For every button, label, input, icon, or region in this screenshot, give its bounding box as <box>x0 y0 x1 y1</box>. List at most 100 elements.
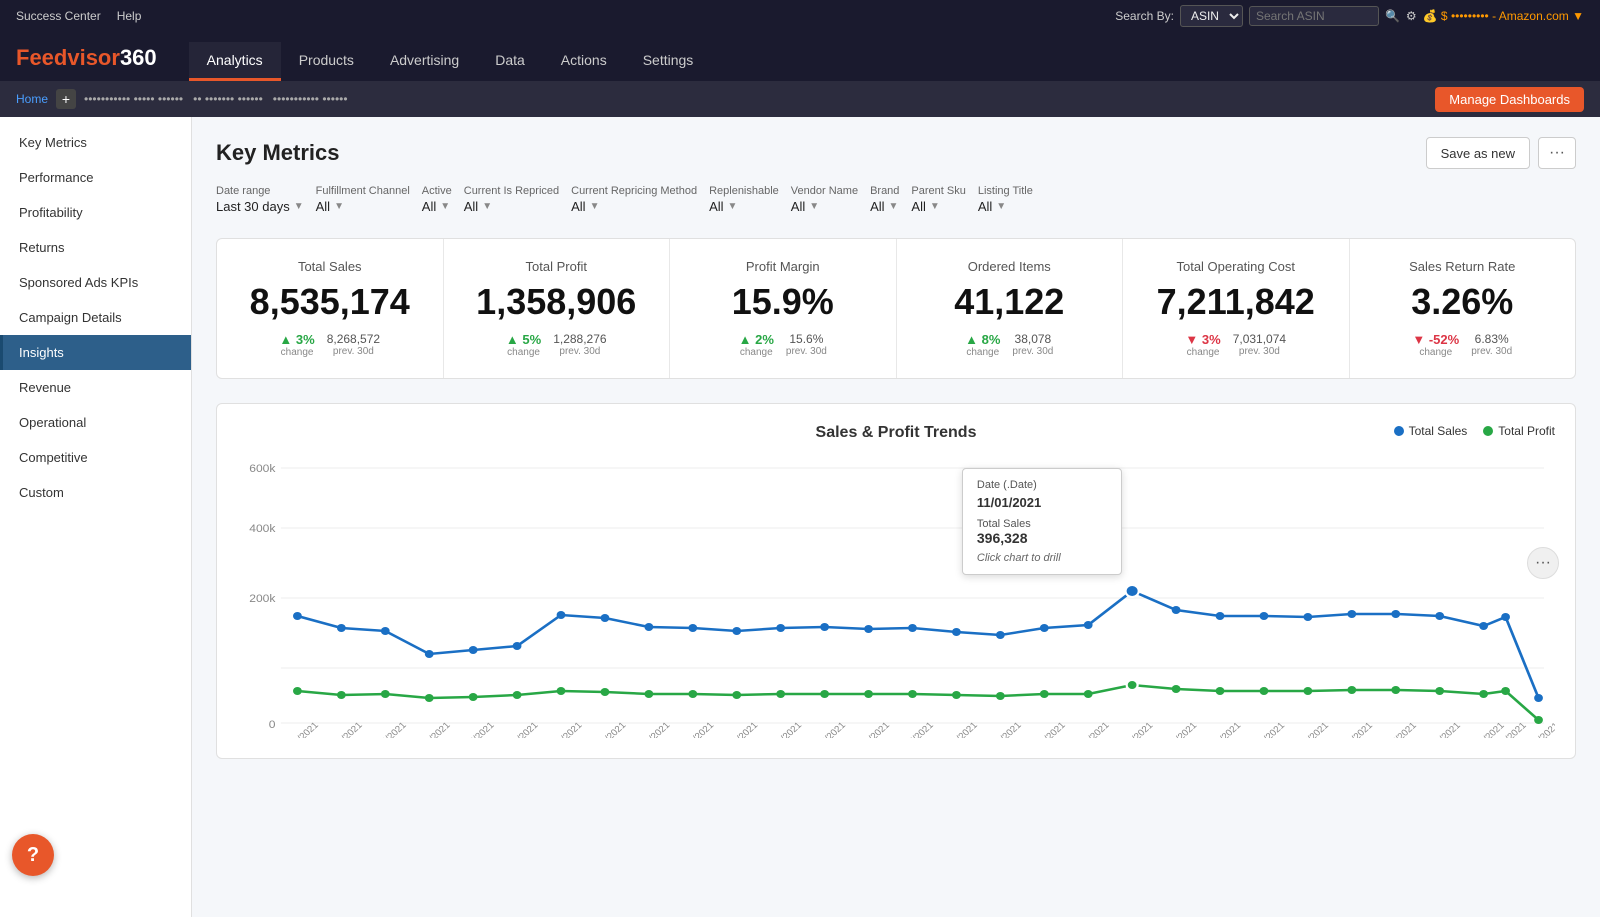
prev-value: 38,078 <box>1015 332 1052 346</box>
chart-svg: 600k 400k 200k 0 <box>237 458 1555 738</box>
sales-dot <box>1303 613 1312 621</box>
profit-dot <box>952 691 961 699</box>
sales-dot <box>1534 694 1543 702</box>
amazon-account[interactable]: 💰 $ ••••••••• - Amazon.com ▼ <box>1423 9 1584 23</box>
sales-dot <box>1479 622 1488 630</box>
filter-brand-value[interactable]: All ▼ <box>870 199 899 214</box>
sidebar-item-revenue[interactable]: Revenue <box>0 370 191 405</box>
chevron-down-icon: ▼ <box>930 201 940 212</box>
profit-dot <box>1216 687 1225 695</box>
sidebar-item-profitability[interactable]: Profitability <box>0 195 191 230</box>
more-options-button[interactable]: ··· <box>1538 137 1576 169</box>
filter-listing-title[interactable]: Listing Title All ▼ <box>978 185 1033 214</box>
nav-tab-data[interactable]: Data <box>477 42 543 81</box>
prev-label: prev. 30d <box>786 346 827 357</box>
legend-dot-profit <box>1483 426 1493 436</box>
filter-active-value[interactable]: All ▼ <box>422 199 452 214</box>
tooltip-date-value: 11/01/2021 <box>977 495 1107 510</box>
filter-repricing-method[interactable]: Current Repricing Method All ▼ <box>571 185 697 214</box>
chart-tooltip: Date (.Date) 11/01/2021 Total Sales 396,… <box>962 468 1122 575</box>
change-down-icon: ▼ -52% <box>1412 332 1459 347</box>
nav-tab-settings[interactable]: Settings <box>625 42 712 81</box>
filter-repricing-method-value[interactable]: All ▼ <box>571 199 697 214</box>
prev-label: prev. 30d <box>1012 346 1053 357</box>
metric-ordered-items: Ordered Items 41,122 ▲ 8% change 38,078 … <box>897 239 1124 378</box>
filter-fulfillment-value[interactable]: All ▼ <box>316 199 410 214</box>
nav-tab-actions[interactable]: Actions <box>543 42 625 81</box>
filter-is-repriced[interactable]: Current Is Repriced All ▼ <box>464 185 559 214</box>
search-asin-input[interactable] <box>1249 6 1379 26</box>
metric-total-operating-cost-footer: ▼ 3% change 7,031,074 prev. 30d <box>1139 332 1333 358</box>
sales-dot <box>688 624 697 632</box>
filter-parent-sku-label: Parent Sku <box>911 185 965 197</box>
sidebar-item-performance[interactable]: Performance <box>0 160 191 195</box>
profit-dot <box>732 691 741 699</box>
help-link[interactable]: Help <box>117 9 142 23</box>
settings-icon[interactable]: ⚙ <box>1406 9 1417 23</box>
search-by-select[interactable]: ASIN <box>1180 5 1243 27</box>
change-block: ▼ 3% change <box>1185 332 1220 358</box>
sidebar-item-operational[interactable]: Operational <box>0 405 191 440</box>
filter-listing-title-value[interactable]: All ▼ <box>978 199 1033 214</box>
profit-dot-active[interactable] <box>1127 680 1138 690</box>
add-dashboard-button[interactable]: + <box>56 89 76 109</box>
sidebar-item-custom[interactable]: Custom <box>0 475 191 510</box>
chevron-down-icon: ▼ <box>482 201 492 212</box>
sidebar-item-sponsored-ads[interactable]: Sponsored Ads KPIs <box>0 265 191 300</box>
profit-dot <box>293 687 302 695</box>
change-down-icon: ▼ 3% <box>1185 332 1220 347</box>
manage-dashboards-button[interactable]: Manage Dashboards <box>1435 87 1584 112</box>
filter-brand[interactable]: Brand All ▼ <box>870 185 899 214</box>
chart-legend: Total Sales Total Profit <box>1394 424 1555 438</box>
sidebar-item-campaign-details[interactable]: Campaign Details <box>0 300 191 335</box>
sidebar-item-key-metrics[interactable]: Key Metrics <box>0 125 191 160</box>
nav-tab-products[interactable]: Products <box>281 42 372 81</box>
filter-vendor-name[interactable]: Vendor Name All ▼ <box>791 185 858 214</box>
filter-date-range-value[interactable]: Last 30 days ▼ <box>216 199 304 214</box>
profit-dot <box>776 690 785 698</box>
chart-title: Sales & Profit Trends <box>237 424 1555 442</box>
nav-tab-advertising[interactable]: Advertising <box>372 42 477 81</box>
save-as-new-button[interactable]: Save as new <box>1426 137 1530 169</box>
metric-profit-margin-value: 15.9% <box>686 282 880 322</box>
filter-replenishable[interactable]: Replenishable All ▼ <box>709 185 779 214</box>
legend-total-sales: Total Sales <box>1394 424 1468 438</box>
search-by-label: Search By: <box>1115 9 1174 23</box>
search-icon[interactable]: 🔍 <box>1385 9 1400 23</box>
sales-dot <box>1084 621 1093 629</box>
filter-fulfillment[interactable]: Fulfillment Channel All ▼ <box>316 185 410 214</box>
metric-total-profit: Total Profit 1,358,906 ▲ 5% change 1,288… <box>444 239 671 378</box>
sidebar: Key Metrics Performance Profitability Re… <box>0 117 192 917</box>
home-link[interactable]: Home <box>16 92 48 106</box>
prev-value: 1,288,276 <box>553 332 606 346</box>
help-bubble-button[interactable]: ? <box>12 834 54 876</box>
filter-date-range[interactable]: Date range Last 30 days ▼ <box>216 185 304 214</box>
filter-active[interactable]: Active All ▼ <box>422 185 452 214</box>
metrics-row: Total Sales 8,535,174 ▲ 3% change 8,268,… <box>216 238 1576 379</box>
nav-tabs: Analytics Products Advertising Data Acti… <box>189 42 712 81</box>
filter-parent-sku-value[interactable]: All ▼ <box>911 199 965 214</box>
chart-more-button[interactable]: ··· <box>1527 547 1559 579</box>
sidebar-item-insights[interactable]: Insights <box>0 335 191 370</box>
tooltip-drill-text[interactable]: Click chart to drill <box>977 552 1107 564</box>
prev-value: 6.83% <box>1475 332 1509 346</box>
top-bar-left: Success Center Help <box>16 9 141 23</box>
prev-block: 7,031,074 prev. 30d <box>1233 332 1286 357</box>
metric-total-sales-name: Total Sales <box>233 259 427 274</box>
sidebar-item-competitive[interactable]: Competitive <box>0 440 191 475</box>
filter-parent-sku[interactable]: Parent Sku All ▼ <box>911 185 965 214</box>
filter-replenishable-value[interactable]: All ▼ <box>709 199 779 214</box>
filter-vendor-value[interactable]: All ▼ <box>791 199 858 214</box>
sidebar-item-returns[interactable]: Returns <box>0 230 191 265</box>
profit-dot <box>513 691 522 699</box>
prev-value: 8,268,572 <box>327 332 380 346</box>
legend-dot-sales <box>1394 426 1404 436</box>
sales-dot <box>1347 610 1356 618</box>
success-center-link[interactable]: Success Center <box>16 9 101 23</box>
nav-tab-analytics[interactable]: Analytics <box>189 42 281 81</box>
change-label: change <box>966 347 999 358</box>
chart-container: Date (.Date) 11/01/2021 Total Sales 396,… <box>237 458 1555 738</box>
tooltip-metric-label: Total Sales <box>977 518 1107 530</box>
filter-is-repriced-value[interactable]: All ▼ <box>464 199 559 214</box>
sales-dot-active[interactable] <box>1126 585 1139 597</box>
